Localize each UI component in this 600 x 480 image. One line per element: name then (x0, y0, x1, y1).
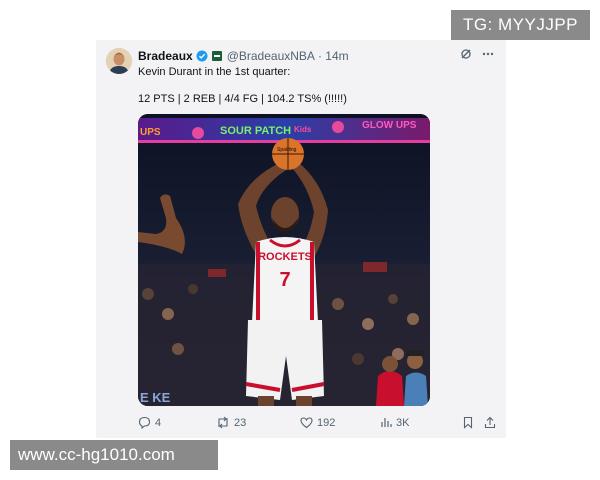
banner-left-text: UPS (140, 127, 161, 138)
like-icon (300, 417, 313, 429)
tweet-card[interactable]: Bradeaux @BradeauxNBA · 14m Kevin Durant… (96, 40, 506, 438)
bookmark-icon (463, 416, 473, 429)
reply-count: 4 (155, 416, 162, 429)
verified-badge-icon (196, 50, 208, 62)
more-icon[interactable] (482, 48, 494, 60)
tweet-text-line-1: Kevin Durant in the 1st quarter: (138, 66, 291, 78)
tweet-media-image[interactable]: UPS SOUR PATCH Kids GLOW UPS Spalding RO… (138, 114, 430, 406)
reply-button[interactable]: 4 (138, 416, 161, 429)
jersey-number-text: 7 (279, 269, 290, 291)
author-handle[interactable]: @BradeauxNBA (227, 49, 315, 63)
jersey-team-text: ROCKETS (258, 251, 312, 263)
banner-right-text: GLOW UPS (362, 120, 417, 131)
views-icon (381, 418, 392, 427)
tweet-header: Bradeaux @BradeauxNBA · 14m (138, 48, 349, 64)
share-button[interactable] (484, 416, 496, 429)
grok-icon[interactable] (460, 48, 472, 60)
ball-brand-text: Spalding (277, 147, 297, 153)
tweet-top-icons (460, 48, 494, 60)
tweet-text-line-2: 12 PTS | 2 REB | 4/4 FG | 104.2 TS% (!!!… (138, 93, 347, 105)
share-icon (484, 416, 496, 429)
tweet-time[interactable]: · 14m (318, 49, 349, 63)
views-button[interactable]: 3K (380, 416, 409, 429)
watermark-bottom: www.cc-hg1010.com (10, 440, 218, 470)
affiliate-badge-icon (211, 51, 222, 61)
retweet-icon (218, 416, 228, 429)
banner-mid-small-text: Kids (294, 125, 312, 134)
bookmark-button[interactable] (462, 416, 474, 429)
like-count: 192 (317, 416, 336, 429)
corner-sign-text: E KE (140, 390, 171, 405)
reply-icon (138, 416, 151, 429)
watermark-top: TG: MYYJJPP (451, 10, 590, 40)
like-button[interactable]: 192 (300, 416, 335, 429)
avatar[interactable] (106, 48, 132, 74)
retweet-button[interactable]: 23 (216, 416, 246, 429)
views-count: 3K (396, 416, 410, 429)
author-name[interactable]: Bradeaux (138, 49, 193, 63)
retweet-count: 23 (234, 416, 247, 429)
banner-mid-text: SOUR PATCH (220, 125, 291, 137)
tweet-actions: 4 23 192 3K (138, 416, 498, 432)
